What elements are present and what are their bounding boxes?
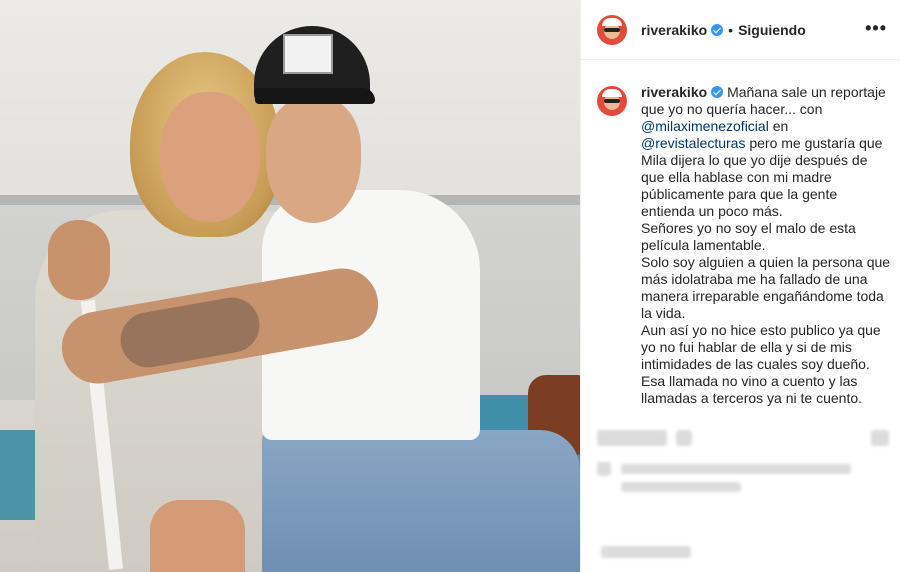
caption-para: Solo soy alguien a quien la persona que …: [641, 254, 891, 321]
verified-badge-icon: [711, 23, 724, 36]
man-hand: [48, 220, 110, 300]
woman-leg: [150, 500, 245, 572]
caption: riverakiko Mañana sale un reportaje que …: [597, 84, 893, 407]
cap-bill: [255, 88, 375, 104]
woman-face: [160, 92, 260, 222]
caption-text: riverakiko Mañana sale un reportaje que …: [641, 84, 891, 407]
blurred-comment: [621, 464, 851, 474]
mention-link[interactable]: @revistalecturas: [641, 135, 745, 151]
caption-para: Señores yo no soy el malo de esta pelícu…: [641, 220, 856, 253]
man-face: [266, 98, 361, 223]
header-username[interactable]: riverakiko: [641, 22, 707, 38]
caption-para: Aun así yo no hice esto publico ya que y…: [641, 322, 881, 372]
caption-para: Esa llamada no vino a cuento y las llama…: [641, 373, 863, 406]
avatar[interactable]: [597, 14, 627, 45]
post-header: riverakiko • Siguiendo •••: [581, 0, 900, 60]
blurred-comment: [597, 462, 611, 476]
caption-username[interactable]: riverakiko: [641, 84, 707, 100]
caption-avatar[interactable]: [597, 86, 627, 116]
blurred-comment: [871, 430, 889, 446]
blurred-comment: [621, 482, 741, 492]
more-options-icon[interactable]: •••: [865, 19, 887, 37]
post-photo[interactable]: [0, 0, 580, 572]
mention-link[interactable]: @milaximenezoficial: [641, 118, 769, 134]
following-button[interactable]: Siguiendo: [738, 22, 806, 38]
post-sidebar: riverakiko • Siguiendo ••• riverakiko Ma…: [580, 0, 900, 572]
caption-part2: en: [768, 118, 789, 134]
man-jeans: [262, 430, 580, 572]
blurred-comment: [676, 430, 692, 446]
blurred-comment: [601, 546, 691, 558]
verified-badge-icon: [711, 86, 724, 98]
blurred-comment: [597, 430, 667, 446]
cap-patch: [283, 34, 333, 74]
separator-dot: •: [728, 21, 734, 38]
